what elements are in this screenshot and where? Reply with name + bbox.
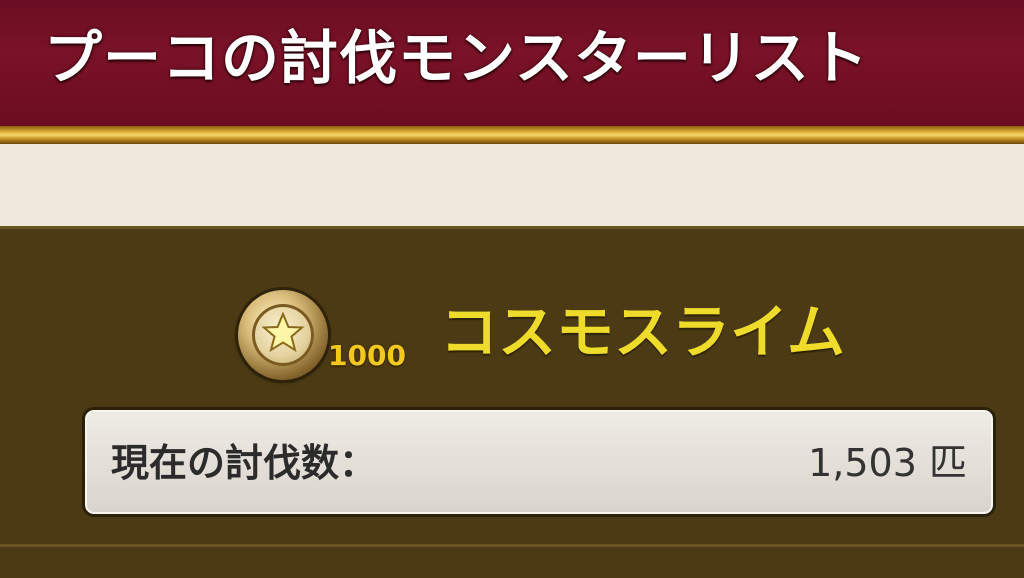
star-icon [261,311,305,353]
medal-face [252,304,314,366]
kill-count-box: 現在の討伐数： 1,503 匹 [82,407,996,517]
gold-divider [0,126,1024,144]
header-bar: プーコの討伐モンスターリスト [0,0,1024,128]
monster-name: コスモスライム [440,298,845,366]
cream-band [0,144,1024,226]
kill-count-value: 1,503 匹 [808,441,967,485]
kill-count-label: 現在の討伐数： [111,441,378,485]
monster-panel [0,226,1024,578]
star-medal-icon [238,290,328,380]
page-title: プーコの討伐モンスターリスト [44,24,869,92]
panel-bottom-line [0,544,1024,547]
medal-count: 1000 [328,339,406,372]
